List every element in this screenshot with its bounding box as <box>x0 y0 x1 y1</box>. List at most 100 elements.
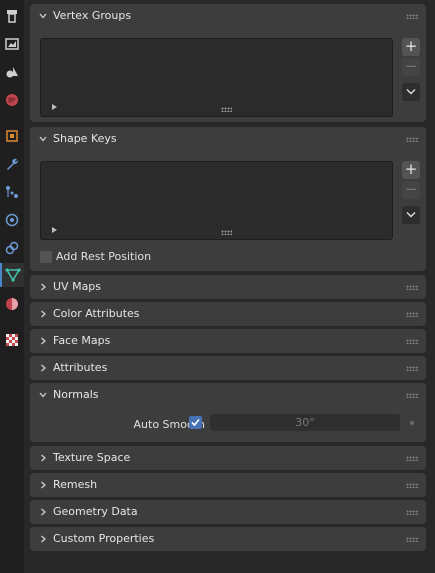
tab-material[interactable] <box>0 292 24 316</box>
panel-header-normals[interactable]: Normals <box>30 383 426 407</box>
drag-handle-icon[interactable] <box>406 510 419 515</box>
panel-header-shape-keys[interactable]: Shape Keys <box>30 127 426 151</box>
material-icon <box>6 298 18 310</box>
vertex-groups-list[interactable] <box>40 38 393 117</box>
panel-header-remesh[interactable]: Remesh <box>30 473 426 497</box>
panel-uv-maps: UV Maps <box>30 275 426 299</box>
tab-texture[interactable] <box>0 328 24 352</box>
panel-texture-space: Texture Space <box>30 446 426 470</box>
panel-title: Shape Keys <box>53 132 117 145</box>
resize-grip-icon[interactable] <box>221 230 232 235</box>
chevron-down-icon <box>39 136 47 142</box>
tab-view-layer[interactable] <box>0 60 24 84</box>
panel-header-custom-properties[interactable]: Custom Properties <box>30 527 426 551</box>
shape-keys-list[interactable] <box>40 161 393 240</box>
tool-icon <box>7 10 17 23</box>
keyframe-dot-icon[interactable] <box>410 421 414 425</box>
tab-particles[interactable] <box>0 180 24 204</box>
physics-icon <box>5 213 19 227</box>
checkmark-icon <box>191 418 200 427</box>
properties-editor: Vertex Groups + − Shape Keys + − Add Res… <box>24 0 435 573</box>
chevron-right-icon <box>41 310 46 318</box>
panel-header-face-maps[interactable]: Face Maps <box>30 329 426 353</box>
expand-triangle-icon[interactable] <box>52 104 57 110</box>
auto-smooth-angle-field[interactable]: 30° <box>210 414 400 431</box>
drag-handle-icon[interactable] <box>406 339 419 344</box>
drag-handle-icon[interactable] <box>406 14 419 19</box>
world-icon <box>6 94 18 106</box>
panel-title: Geometry Data <box>53 505 138 518</box>
chevron-right-icon <box>41 454 46 462</box>
panel-title: Custom Properties <box>53 532 155 545</box>
panel-title: UV Maps <box>53 280 102 293</box>
panel-title: Color Attributes <box>53 307 140 320</box>
constraints-icon <box>5 241 19 255</box>
chevron-down-icon <box>406 89 416 95</box>
add-rest-position-checkbox[interactable] <box>40 251 52 263</box>
tab-world[interactable] <box>0 88 24 112</box>
expand-triangle-icon[interactable] <box>52 227 57 233</box>
chevron-right-icon <box>41 481 46 489</box>
tab-modifiers[interactable] <box>0 152 24 176</box>
drag-handle-icon[interactable] <box>406 483 419 488</box>
chevron-down-icon <box>39 392 47 398</box>
tab-object[interactable] <box>0 124 24 148</box>
chevron-right-icon <box>41 508 46 516</box>
tab-constraints[interactable] <box>0 236 24 260</box>
object-data-mesh-icon <box>5 268 21 282</box>
panel-normals: Normals Auto Smooth 30° <box>30 383 426 442</box>
panel-attributes: Attributes <box>30 356 426 380</box>
panel-header-attributes[interactable]: Attributes <box>30 356 426 380</box>
chevron-right-icon <box>41 337 46 345</box>
panel-header-uv-maps[interactable]: UV Maps <box>30 275 426 299</box>
particles-icon <box>6 186 18 198</box>
drag-handle-icon[interactable] <box>406 366 419 371</box>
properties-tab-strip <box>0 0 24 573</box>
panel-title: Texture Space <box>53 451 131 464</box>
auto-smooth-checkbox[interactable] <box>189 416 202 429</box>
vertex-group-specials-button[interactable] <box>402 83 420 101</box>
panel-remesh: Remesh <box>30 473 426 497</box>
chevron-down-icon <box>406 212 416 218</box>
panel-geometry-data: Geometry Data <box>30 500 426 524</box>
chevron-right-icon <box>41 535 46 543</box>
add-shape-key-button[interactable]: + <box>402 161 420 179</box>
chevron-right-icon <box>41 364 46 372</box>
drag-handle-icon[interactable] <box>406 312 419 317</box>
panel-header-geometry-data[interactable]: Geometry Data <box>30 500 426 524</box>
panel-header-color-attributes[interactable]: Color Attributes <box>30 302 426 326</box>
panel-vertex-groups: Vertex Groups + − <box>30 4 426 122</box>
view-layer-icon <box>6 67 18 78</box>
object-icon <box>6 130 18 142</box>
panel-face-maps: Face Maps <box>30 329 426 353</box>
add-vertex-group-button[interactable]: + <box>402 38 420 56</box>
drag-handle-icon[interactable] <box>406 537 419 542</box>
drag-handle-icon[interactable] <box>406 137 419 142</box>
output-icon <box>5 38 19 50</box>
drag-handle-icon[interactable] <box>406 393 419 398</box>
panel-title: Remesh <box>53 478 98 491</box>
texture-icon <box>6 334 18 346</box>
panel-color-attributes: Color Attributes <box>30 302 426 326</box>
resize-grip-icon[interactable] <box>221 107 232 112</box>
shape-key-specials-button[interactable] <box>402 206 420 224</box>
drag-handle-icon[interactable] <box>406 285 419 290</box>
remove-shape-key-button[interactable]: − <box>402 181 420 199</box>
tab-output[interactable] <box>0 32 24 56</box>
panel-header-texture-space[interactable]: Texture Space <box>30 446 426 470</box>
drag-handle-icon[interactable] <box>406 456 419 461</box>
panel-shape-keys: Shape Keys + − Add Rest Position <box>30 127 426 271</box>
panel-header-vertex-groups[interactable]: Vertex Groups <box>30 4 426 28</box>
panel-custom-properties: Custom Properties <box>30 527 426 551</box>
modifier-wrench-icon <box>7 158 18 170</box>
panel-title: Vertex Groups <box>53 9 132 22</box>
chevron-down-icon <box>39 13 47 19</box>
tab-tool[interactable] <box>0 4 24 28</box>
panel-title: Attributes <box>53 361 108 374</box>
panel-title: Face Maps <box>53 334 111 347</box>
chevron-right-icon <box>41 283 46 291</box>
panel-title: Normals <box>53 388 99 401</box>
tab-object-data[interactable] <box>0 263 24 287</box>
tab-physics[interactable] <box>0 208 24 232</box>
remove-vertex-group-button[interactable]: − <box>402 58 420 76</box>
